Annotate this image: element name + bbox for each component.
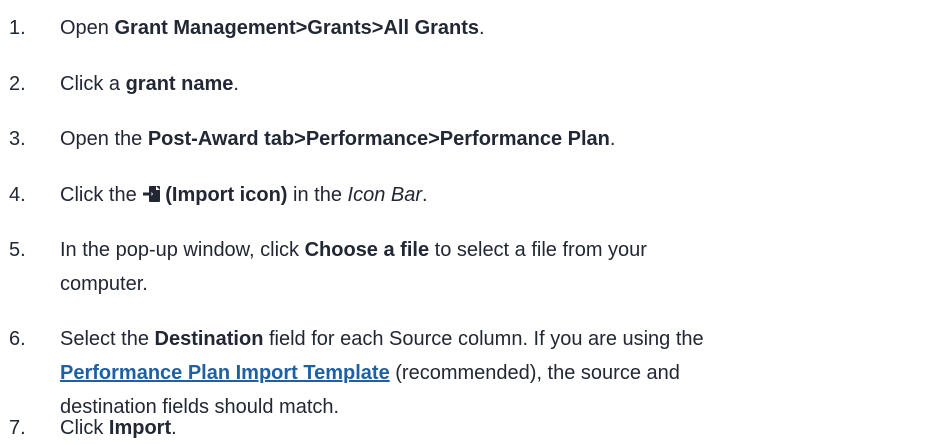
menu-path: Grant Management>Grants>All Grants [114, 17, 480, 39]
step-text-plain: . [422, 184, 428, 206]
ui-term: (Import icon) [165, 184, 288, 206]
step-number: 7. [9, 417, 26, 439]
ui-term: Choose a file [304, 239, 430, 261]
step-text-plain: In the pop-up window, click [60, 239, 305, 261]
step-text-plain: Open [60, 17, 115, 39]
step-text-plain: Select the [60, 328, 155, 350]
performance-plan-template-link[interactable]: Performance Plan Import Template [60, 362, 390, 384]
step-text-plain: in the [287, 184, 348, 206]
step-number: 4. [9, 184, 26, 206]
step-number: 6. [9, 328, 26, 350]
step-text-plain: . [609, 128, 616, 150]
step-number: 3. [9, 128, 26, 150]
step-text: Click Import. [60, 411, 720, 445]
step-text: Click a grant name. [60, 67, 720, 101]
step-text-plain: . [233, 73, 239, 95]
step-text-plain: Click [60, 417, 109, 439]
step-number: 5. [9, 239, 26, 261]
step-text-plain: . [479, 17, 485, 39]
ui-term-italic: Icon Bar [347, 184, 422, 206]
step-text-plain: field for each Source column. If you are… [263, 328, 704, 350]
step-text-plain: Click a [60, 73, 126, 95]
step-text: Open the Post-Award tab>Performance>Perf… [60, 122, 720, 156]
ui-term: Import [108, 417, 172, 439]
import-icon [143, 186, 161, 202]
ui-term: grant name [125, 73, 234, 95]
step-text: Select the Destination field for each So… [60, 322, 720, 424]
step-text-plain: Click the [60, 184, 143, 206]
step-text-plain: Open the [60, 128, 148, 150]
step-text: Open Grant Management>Grants>All Grants. [60, 11, 720, 45]
step-text: In the pop-up window, click Choose a fil… [60, 233, 720, 301]
step-text-plain: . [171, 417, 177, 439]
step-text: Click the (Import icon) in the Icon Bar. [60, 178, 720, 212]
ui-term: Destination [154, 328, 264, 350]
step-number: 1. [9, 17, 26, 39]
step-number: 2. [9, 73, 26, 95]
menu-path: Post-Award tab>Performance>Performance P… [147, 128, 610, 150]
